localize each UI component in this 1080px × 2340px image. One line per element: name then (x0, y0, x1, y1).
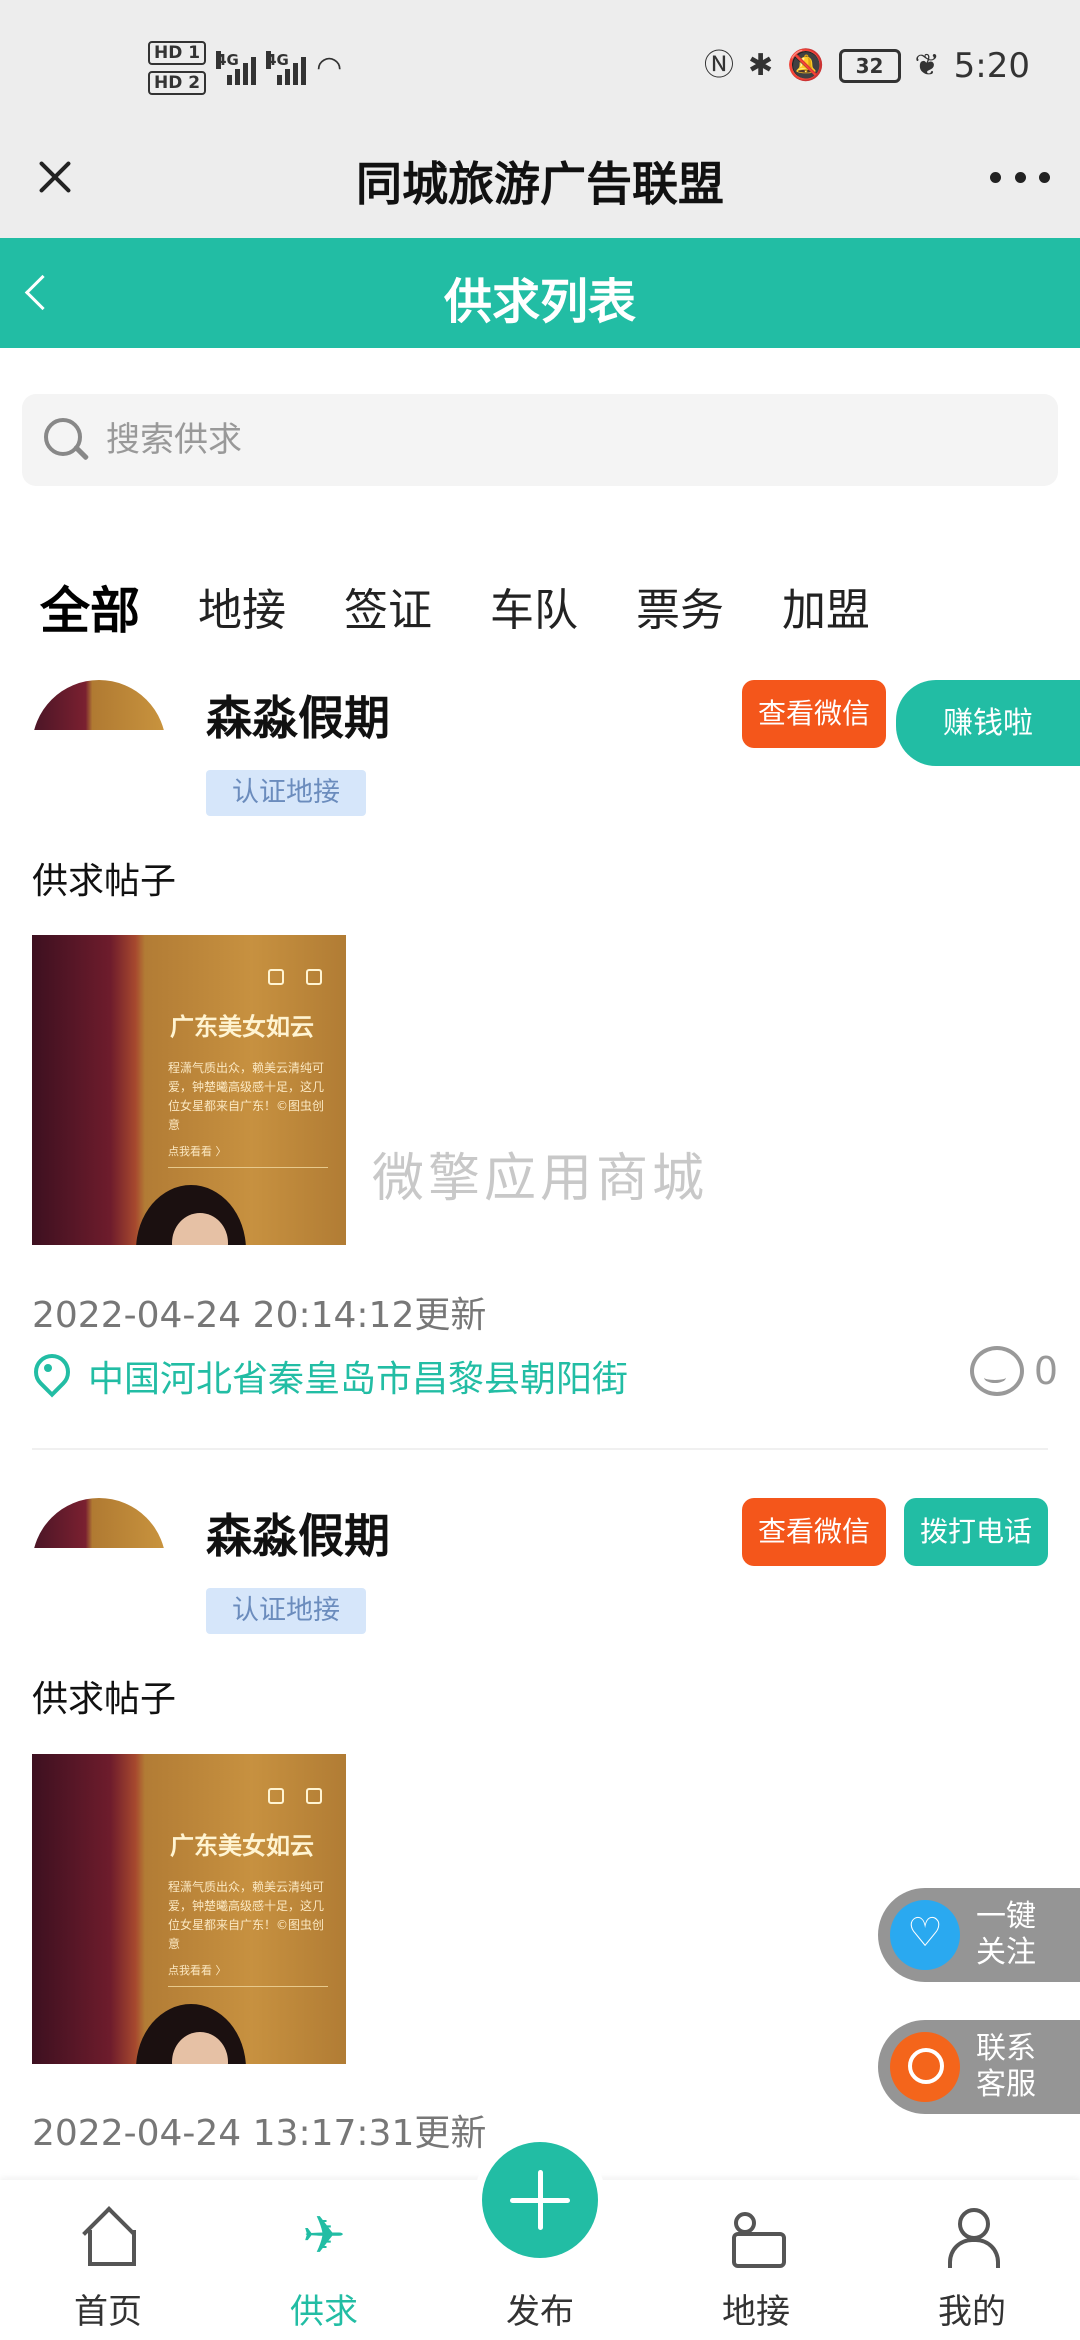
divider (32, 1448, 1048, 1450)
comment-icon (969, 1346, 1024, 1396)
hd1-badge: HD 1 (148, 41, 207, 65)
status-right: Ⓝ ✱ 🔕 32 ❦ 5:20 (704, 44, 1030, 88)
nav-publish-label: 发布 (506, 2292, 574, 2332)
tab-franchise[interactable]: 加盟 (782, 576, 870, 646)
mute-icon: 🔕 (787, 48, 825, 83)
search-bar[interactable] (22, 394, 1058, 486)
bluetooth-icon: ✱ (748, 48, 774, 83)
location-text: 中国河北省秦皇岛市昌黎县朝阳街 (88, 1359, 629, 1400)
net1-label: 4G (216, 51, 239, 69)
thumb-more: 点我看看 〉 (168, 1964, 227, 1977)
watermark: 微擎应用商城 (372, 1149, 709, 1209)
view-wechat-button[interactable]: 查看微信 (742, 1498, 887, 1566)
signal-icon: 4G (216, 51, 257, 85)
nav-local-label: 地接 (722, 2292, 790, 2332)
headset-icon (890, 2032, 960, 2102)
hd-badges: HD 1 HD 2 (148, 41, 207, 95)
home-icon (80, 2208, 136, 2266)
location-pin-icon (32, 1354, 66, 1398)
publish-plus-button[interactable] (482, 2142, 598, 2258)
airplane-icon: ✈ (302, 2206, 346, 2266)
poster-name: 森淼假期 (206, 691, 390, 745)
clock: 5:20 (953, 46, 1030, 86)
thumb-body: 程潇气质出众，赖美云清纯可爱，钟楚曦高级感十足，这几位女星都来自广东！©图虫创意 (168, 1880, 325, 1951)
post-image[interactable]: 广东美女如云 程潇气质出众，赖美云清纯可爱，钟楚曦高级感十足，这几位女星都来自广… (32, 935, 346, 1245)
nav-mine[interactable]: 我的 (872, 2180, 1072, 2340)
user-icon (944, 2208, 1000, 2268)
verified-badge: 认证地接 (206, 1588, 366, 1634)
thumb-body: 程潇气质出众，赖美云清纯可爱，钟楚曦高级感十足，这几位女星都来自广东！©图虫创意 (168, 1061, 325, 1132)
comment-number: 0 (1033, 1349, 1058, 1393)
app-title: 同城旅游广告联盟 (356, 157, 724, 211)
call-phone-button[interactable]: 拨打电话 (904, 1498, 1049, 1566)
thumb-title: 广东美女如云 (170, 1832, 314, 1860)
follow-label: 一键关注 (976, 1899, 1036, 1970)
comment-count[interactable]: 0 (969, 1346, 1058, 1396)
nav-mine-label: 我的 (938, 2292, 1006, 2332)
status-bar: HD 1 HD 2 4G 4G ◠ Ⓝ ✱ 🔕 32 ❦ 5:20 (0, 0, 1080, 130)
battery-icon: 32 (838, 49, 901, 83)
tab-visa[interactable]: 签证 (344, 576, 432, 646)
search-icon (40, 414, 92, 466)
avatar (32, 1498, 166, 1548)
wifi-icon: ◠ (316, 50, 343, 85)
tab-all[interactable]: 全部 (40, 576, 140, 646)
leaf-icon: ❦ (914, 48, 940, 83)
location[interactable]: 中国河北省秦皇岛市昌黎县朝阳街 (32, 1350, 628, 1402)
guide-car-icon (728, 2208, 786, 2268)
net2-label: 4G (266, 51, 289, 69)
nav-supply[interactable]: ✈ 供求 (224, 2180, 424, 2340)
category-tabs: 全部 地接 签证 车队 票务 加盟 (40, 576, 928, 646)
thumb-more: 点我看看 〉 (168, 1145, 227, 1158)
earn-money-tag[interactable]: 赚钱啦 (896, 680, 1080, 766)
heart-plus-icon (890, 1900, 960, 1970)
network-indicators: HD 1 HD 2 4G 4G ◠ (148, 38, 342, 98)
post-title: 供求帖子 (32, 861, 177, 902)
view-wechat-button[interactable]: 查看微信 (742, 680, 887, 748)
follow-button[interactable]: 一键关注 (878, 1888, 1080, 1982)
customer-service-button[interactable]: 联系客服 (878, 2020, 1080, 2114)
service-label: 联系客服 (976, 2031, 1036, 2102)
thumb-title: 广东美女如云 (170, 1013, 314, 1041)
nav-supply-label: 供求 (290, 2292, 358, 2332)
page-title: 供求列表 (443, 274, 636, 330)
update-time: 2022-04-24 13:17:31更新 (32, 2113, 487, 2154)
tab-local-guide[interactable]: 地接 (198, 576, 286, 646)
update-time: 2022-04-24 20:14:12更新 (32, 1295, 487, 1336)
signal-icon-2: 4G (266, 51, 307, 85)
search-input[interactable] (106, 420, 1006, 460)
nfc-icon: Ⓝ (704, 48, 734, 83)
more-options-icon[interactable] (990, 155, 1050, 199)
tab-fleet[interactable]: 车队 (490, 576, 578, 646)
post-title: 供求帖子 (32, 1679, 177, 1720)
avatar (32, 680, 166, 730)
hd2-badge: HD 2 (148, 71, 207, 95)
app-titlebar: 同城旅游广告联盟 (0, 130, 1080, 238)
nav-home[interactable]: 首页 (8, 2180, 208, 2340)
post-image[interactable]: 广东美女如云 程潇气质出众，赖美云清纯可爱，钟楚曦高级感十足，这几位女星都来自广… (32, 1754, 346, 2064)
verified-badge: 认证地接 (206, 770, 366, 816)
page-header: 供求列表 (0, 238, 1080, 348)
nav-home-label: 首页 (74, 2292, 142, 2332)
tab-tickets[interactable]: 票务 (636, 576, 724, 646)
nav-local[interactable]: 地接 (656, 2180, 856, 2340)
poster-name: 森淼假期 (206, 1509, 390, 1563)
